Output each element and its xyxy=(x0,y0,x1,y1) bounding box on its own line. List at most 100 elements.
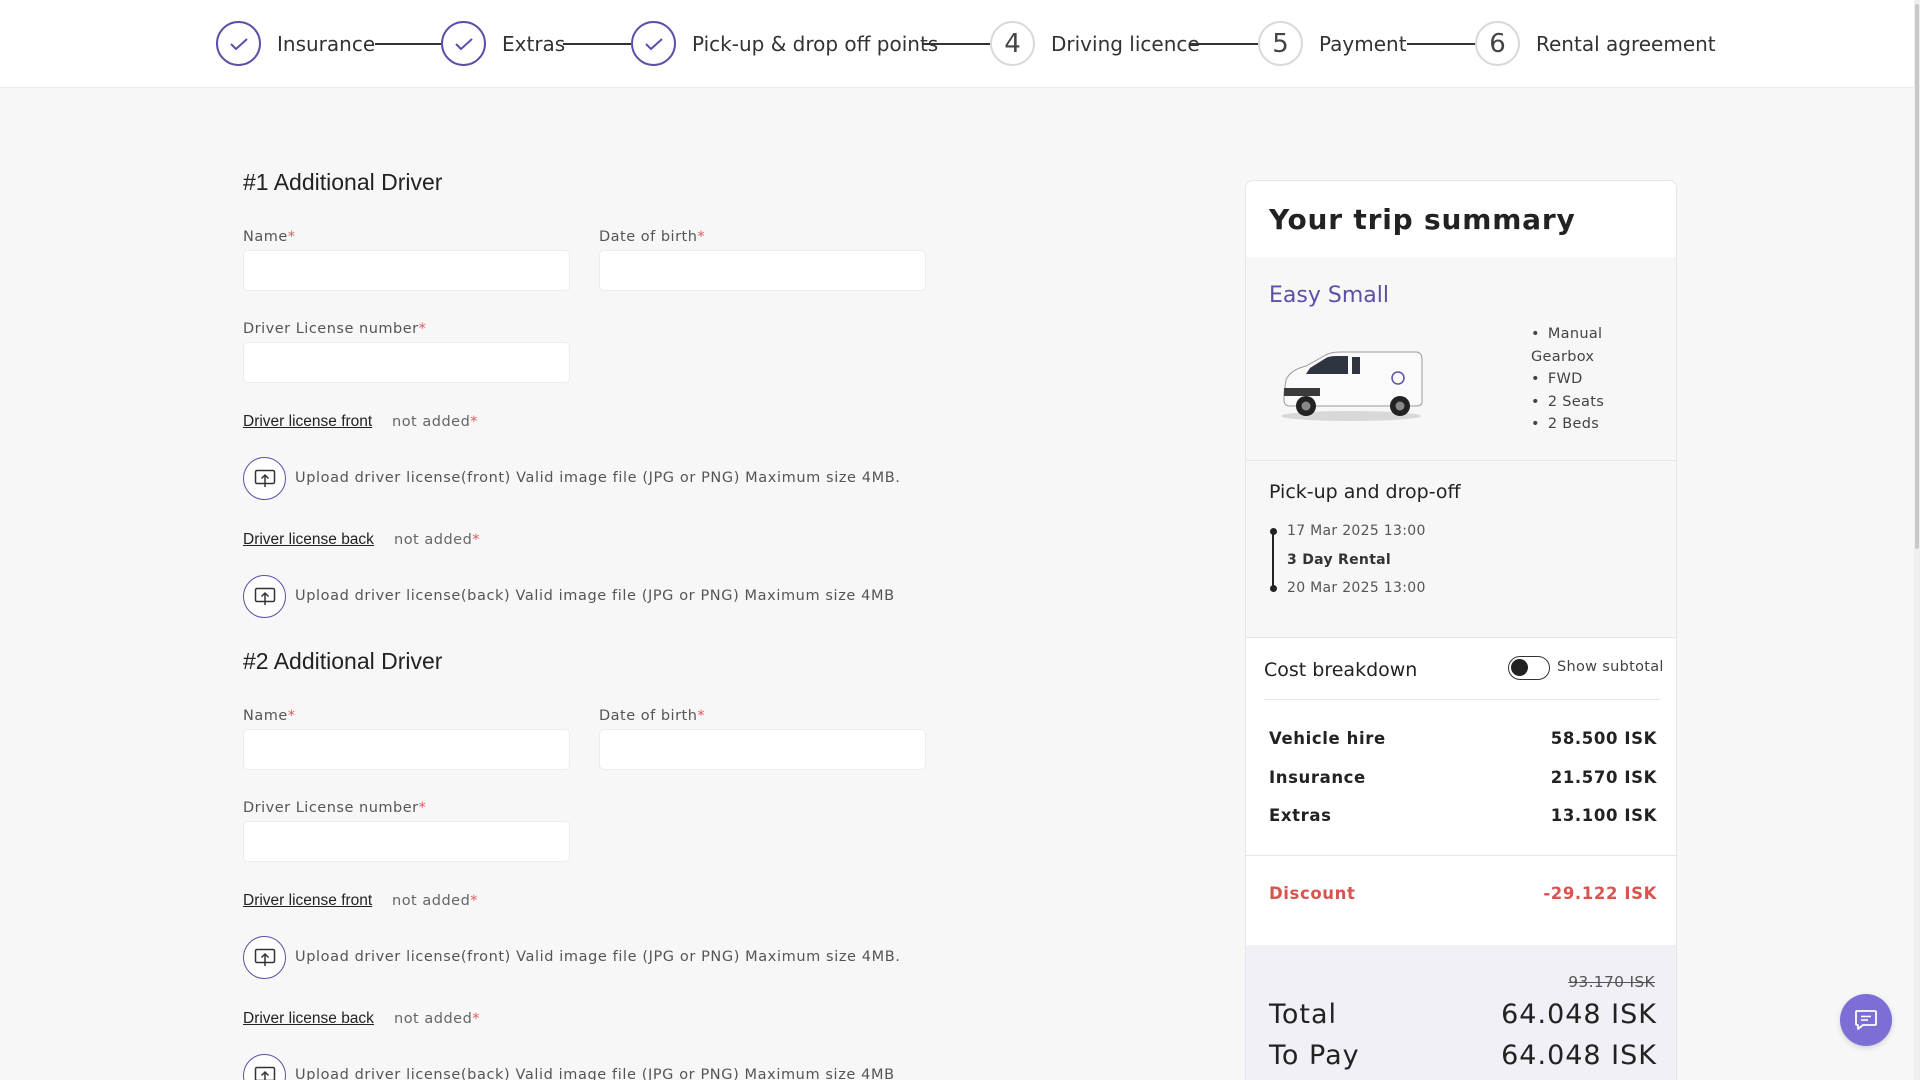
driver-2-upload-back-button[interactable] xyxy=(243,1054,286,1080)
cost-row-discount: Discount -29.122 ISK xyxy=(1269,884,1657,903)
to-pay-value: 64.048 ISK xyxy=(1501,1040,1657,1071)
spec-item: 2 Seats xyxy=(1531,391,1661,414)
total-row: Total 64.048 ISK xyxy=(1269,999,1657,1030)
driver-1-upload-back-button[interactable] xyxy=(243,575,286,618)
step-number: 4 xyxy=(990,21,1035,66)
van-image xyxy=(1281,351,1423,421)
step-label: Insurance xyxy=(277,31,376,56)
upload-back-hint: Upload driver license(back) Valid image … xyxy=(295,1067,895,1080)
step-connector xyxy=(1190,43,1258,45)
step-driving-licence[interactable]: 4 Driving licence xyxy=(990,21,1200,66)
total-value: 64.048 ISK xyxy=(1501,999,1657,1030)
chat-icon xyxy=(1855,1010,1877,1030)
discount-label: Discount xyxy=(1269,884,1356,903)
license-number-label: Driver License number* xyxy=(243,321,427,337)
check-icon xyxy=(216,21,261,66)
driver-1-name-input[interactable] xyxy=(243,250,570,291)
driver-2-dob-input[interactable] xyxy=(599,729,926,770)
trip-summary-card: Your trip summary Easy Small Manual Gear… xyxy=(1245,180,1677,1080)
page-scrollbar[interactable] xyxy=(1914,0,1920,1080)
step-pickup-dropoff[interactable]: Pick-up & drop off points xyxy=(631,21,938,66)
spec-item: 2 Beds xyxy=(1531,413,1661,436)
dob-label: Date of birth* xyxy=(599,708,706,724)
spec-item: Manual Gearbox xyxy=(1531,323,1661,368)
upload-icon xyxy=(254,1066,275,1080)
step-label: Extras xyxy=(502,31,566,56)
cost-label: Vehicle hire xyxy=(1269,729,1386,748)
upload-front-hint: Upload driver license(front) Valid image… xyxy=(295,470,901,486)
name-label: Name* xyxy=(243,229,296,245)
license-number-label: Driver License number* xyxy=(243,800,427,816)
cost-value: 21.570 ISK xyxy=(1550,768,1657,787)
license-front-status: not added* xyxy=(392,414,479,430)
step-label: Payment xyxy=(1319,31,1407,56)
license-front-status: not added* xyxy=(392,893,479,909)
driver-2-upload-front-button[interactable] xyxy=(243,936,286,979)
step-label: Driving licence xyxy=(1051,31,1200,56)
timeline-dot xyxy=(1269,585,1277,592)
name-label: Name* xyxy=(243,708,296,724)
driver-1-license-back-link[interactable]: Driver license back xyxy=(243,531,374,549)
vehicle-specs: Manual Gearbox FWD 2 Seats 2 Beds xyxy=(1531,323,1661,436)
step-connector xyxy=(1407,43,1475,45)
divider xyxy=(1246,855,1676,856)
total-label: Total xyxy=(1269,999,1338,1030)
driver-2-name-input[interactable] xyxy=(243,729,570,770)
step-payment[interactable]: 5 Payment xyxy=(1258,21,1407,66)
toggle-knob xyxy=(1511,659,1528,676)
cost-value: 13.100 ISK xyxy=(1550,806,1657,825)
divider xyxy=(1264,699,1660,700)
step-insurance[interactable]: Insurance xyxy=(216,21,375,66)
step-label: Rental agreement xyxy=(1536,31,1716,56)
step-extras[interactable]: Extras xyxy=(441,21,565,66)
step-label: Pick-up & drop off points xyxy=(692,31,939,56)
check-icon xyxy=(631,21,676,66)
step-number: 6 xyxy=(1475,21,1520,66)
cost-row-extras: Extras 13.100 ISK xyxy=(1269,806,1657,825)
cost-value: 58.500 ISK xyxy=(1550,729,1657,748)
driver-2-license-front-link[interactable]: Driver license front xyxy=(243,892,372,910)
license-back-status: not added* xyxy=(394,532,481,548)
upload-icon xyxy=(254,469,275,487)
section-title: #1 Additional Driver xyxy=(243,169,443,195)
step-rental-agreement[interactable]: 6 Rental agreement xyxy=(1475,21,1716,66)
upload-back-hint: Upload driver license(back) Valid image … xyxy=(295,588,895,604)
section-title: #2 Additional Driver xyxy=(243,648,443,674)
dropoff-date: 20 Mar 2025 13:00 xyxy=(1287,580,1426,596)
driver-1-dob-input[interactable] xyxy=(599,250,926,291)
chat-button[interactable] xyxy=(1840,994,1892,1046)
timeline-dot xyxy=(1269,528,1277,535)
show-subtotal-toggle[interactable] xyxy=(1508,656,1550,680)
driver-1-upload-front-button[interactable] xyxy=(243,457,286,500)
summary-title: Your trip summary xyxy=(1269,203,1576,236)
cost-label: Extras xyxy=(1269,806,1332,825)
cost-breakdown-title: Cost breakdown xyxy=(1264,659,1418,681)
license-back-status: not added* xyxy=(394,1011,481,1027)
check-icon xyxy=(441,21,486,66)
driver-1-license-front-link[interactable]: Driver license front xyxy=(243,413,372,431)
upload-icon xyxy=(254,948,275,966)
pickup-title: Pick-up and drop-off xyxy=(1269,481,1461,503)
vehicle-name: Easy Small xyxy=(1269,283,1389,308)
upload-front-hint: Upload driver license(front) Valid image… xyxy=(295,949,901,965)
scrollbar-thumb[interactable] xyxy=(1915,4,1919,549)
pickup-date: 17 Mar 2025 13:00 xyxy=(1287,523,1426,539)
step-number: 5 xyxy=(1258,21,1303,66)
cost-row-vehicle-hire: Vehicle hire 58.500 ISK xyxy=(1269,729,1657,748)
spec-item: FWD xyxy=(1531,368,1661,391)
checkout-stepper: Insurance Extras Pick-up & drop off poin… xyxy=(0,0,1914,88)
dob-label: Date of birth* xyxy=(599,229,706,245)
step-connector xyxy=(563,43,631,45)
to-pay-row: To Pay 64.048 ISK xyxy=(1269,1040,1657,1071)
discount-value: -29.122 ISK xyxy=(1543,884,1657,903)
rental-length: 3 Day Rental xyxy=(1287,552,1392,568)
cost-label: Insurance xyxy=(1269,768,1366,787)
timeline-line xyxy=(1272,531,1274,587)
cost-row-insurance: Insurance 21.570 ISK xyxy=(1269,768,1657,787)
driver-2-license-back-link[interactable]: Driver license back xyxy=(243,1010,374,1028)
driver-2-license-number-input[interactable] xyxy=(243,821,570,862)
upload-icon xyxy=(254,587,275,605)
driver-1-license-number-input[interactable] xyxy=(243,342,570,383)
show-subtotal-label: Show subtotal xyxy=(1557,659,1664,675)
vehicle-section: Easy Small Manual Gearbox FWD 2 Seats 2 … xyxy=(1246,257,1676,461)
